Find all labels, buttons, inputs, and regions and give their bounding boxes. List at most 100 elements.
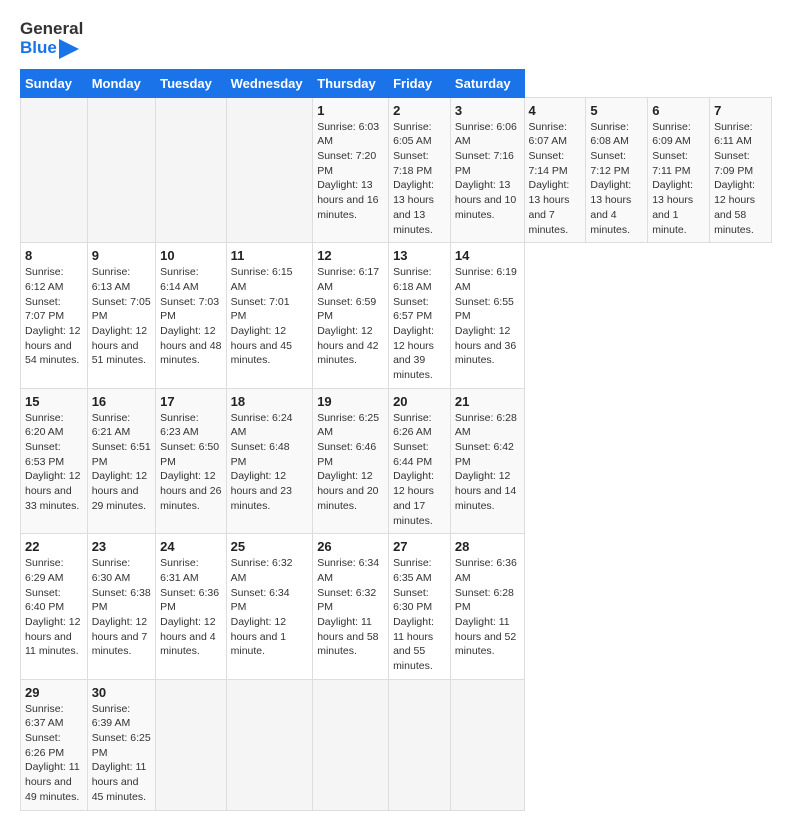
calendar-day-cell: 14 Sunrise: 6:19 AMSunset: 6:55 PMDaylig… (450, 243, 524, 389)
calendar-day-cell: 5 Sunrise: 6:08 AMSunset: 7:12 PMDayligh… (586, 97, 648, 243)
calendar-day-cell: 19 Sunrise: 6:25 AMSunset: 6:46 PMDaylig… (313, 388, 389, 534)
day-info: Sunrise: 6:26 AMSunset: 6:44 PMDaylight:… (393, 411, 446, 529)
day-number: 24 (160, 539, 222, 554)
day-number: 10 (160, 248, 222, 263)
day-number: 28 (455, 539, 520, 554)
day-number: 21 (455, 394, 520, 409)
day-number: 5 (590, 103, 643, 118)
calendar-day-cell: 17 Sunrise: 6:23 AMSunset: 6:50 PMDaylig… (156, 388, 227, 534)
calendar-day-cell: 11 Sunrise: 6:15 AMSunset: 7:01 PMDaylig… (226, 243, 313, 389)
day-info: Sunrise: 6:23 AMSunset: 6:50 PMDaylight:… (160, 411, 222, 514)
day-info: Sunrise: 6:09 AMSunset: 7:11 PMDaylight:… (652, 120, 705, 238)
day-number: 30 (92, 685, 151, 700)
calendar-week-row: 1 Sunrise: 6:03 AMSunset: 7:20 PMDayligh… (21, 97, 772, 243)
day-number: 23 (92, 539, 151, 554)
day-info: Sunrise: 6:14 AMSunset: 7:03 PMDaylight:… (160, 265, 222, 368)
calendar-day-cell: 1 Sunrise: 6:03 AMSunset: 7:20 PMDayligh… (313, 97, 389, 243)
day-number: 12 (317, 248, 384, 263)
day-info: Sunrise: 6:13 AMSunset: 7:05 PMDaylight:… (92, 265, 151, 368)
day-number: 14 (455, 248, 520, 263)
calendar-day-cell: 30 Sunrise: 6:39 AMSunset: 6:25 PMDaylig… (87, 679, 155, 810)
empty-cell (156, 97, 227, 243)
day-info: Sunrise: 6:03 AMSunset: 7:20 PMDaylight:… (317, 120, 384, 223)
day-number: 20 (393, 394, 446, 409)
day-number: 13 (393, 248, 446, 263)
calendar-week-row: 29 Sunrise: 6:37 AMSunset: 6:26 PMDaylig… (21, 679, 772, 810)
day-info: Sunrise: 6:39 AMSunset: 6:25 PMDaylight:… (92, 702, 151, 805)
empty-cell (156, 679, 227, 810)
logo-general-text: General (20, 20, 83, 39)
day-info: Sunrise: 6:24 AMSunset: 6:48 PMDaylight:… (231, 411, 309, 514)
day-number: 15 (25, 394, 83, 409)
day-info: Sunrise: 6:34 AMSunset: 6:32 PMDaylight:… (317, 556, 384, 659)
calendar-day-cell: 22 Sunrise: 6:29 AMSunset: 6:40 PMDaylig… (21, 534, 88, 680)
day-number: 11 (231, 248, 309, 263)
day-info: Sunrise: 6:36 AMSunset: 6:28 PMDaylight:… (455, 556, 520, 659)
calendar-day-cell: 20 Sunrise: 6:26 AMSunset: 6:44 PMDaylig… (389, 388, 451, 534)
calendar-day-cell: 27 Sunrise: 6:35 AMSunset: 6:30 PMDaylig… (389, 534, 451, 680)
day-of-week-header: Monday (87, 69, 155, 97)
day-info: Sunrise: 6:30 AMSunset: 6:38 PMDaylight:… (92, 556, 151, 659)
day-number: 3 (455, 103, 520, 118)
calendar-day-cell: 18 Sunrise: 6:24 AMSunset: 6:48 PMDaylig… (226, 388, 313, 534)
day-number: 9 (92, 248, 151, 263)
empty-cell (389, 679, 451, 810)
calendar-day-cell: 21 Sunrise: 6:28 AMSunset: 6:42 PMDaylig… (450, 388, 524, 534)
day-info: Sunrise: 6:19 AMSunset: 6:55 PMDaylight:… (455, 265, 520, 368)
day-number: 22 (25, 539, 83, 554)
calendar-day-cell: 12 Sunrise: 6:17 AMSunset: 6:59 PMDaylig… (313, 243, 389, 389)
day-info: Sunrise: 6:32 AMSunset: 6:34 PMDaylight:… (231, 556, 309, 659)
day-number: 4 (529, 103, 582, 118)
day-info: Sunrise: 6:21 AMSunset: 6:51 PMDaylight:… (92, 411, 151, 514)
day-info: Sunrise: 6:25 AMSunset: 6:46 PMDaylight:… (317, 411, 384, 514)
calendar-week-row: 22 Sunrise: 6:29 AMSunset: 6:40 PMDaylig… (21, 534, 772, 680)
day-info: Sunrise: 6:20 AMSunset: 6:53 PMDaylight:… (25, 411, 83, 514)
day-info: Sunrise: 6:06 AMSunset: 7:16 PMDaylight:… (455, 120, 520, 223)
day-info: Sunrise: 6:35 AMSunset: 6:30 PMDaylight:… (393, 556, 446, 674)
calendar-day-cell: 23 Sunrise: 6:30 AMSunset: 6:38 PMDaylig… (87, 534, 155, 680)
empty-cell (21, 97, 88, 243)
day-number: 6 (652, 103, 705, 118)
logo-blue-text: Blue (20, 39, 83, 59)
calendar-day-cell: 3 Sunrise: 6:06 AMSunset: 7:16 PMDayligh… (450, 97, 524, 243)
calendar-day-cell: 16 Sunrise: 6:21 AMSunset: 6:51 PMDaylig… (87, 388, 155, 534)
day-info: Sunrise: 6:12 AMSunset: 7:07 PMDaylight:… (25, 265, 83, 368)
day-number: 17 (160, 394, 222, 409)
day-info: Sunrise: 6:28 AMSunset: 6:42 PMDaylight:… (455, 411, 520, 514)
day-of-week-header: Wednesday (226, 69, 313, 97)
calendar-day-cell: 7 Sunrise: 6:11 AMSunset: 7:09 PMDayligh… (710, 97, 772, 243)
day-info: Sunrise: 6:18 AMSunset: 6:57 PMDaylight:… (393, 265, 446, 383)
day-number: 1 (317, 103, 384, 118)
day-info: Sunrise: 6:29 AMSunset: 6:40 PMDaylight:… (25, 556, 83, 659)
day-info: Sunrise: 6:11 AMSunset: 7:09 PMDaylight:… (714, 120, 767, 238)
day-info: Sunrise: 6:07 AMSunset: 7:14 PMDaylight:… (529, 120, 582, 238)
day-info: Sunrise: 6:17 AMSunset: 6:59 PMDaylight:… (317, 265, 384, 368)
calendar-day-cell: 25 Sunrise: 6:32 AMSunset: 6:34 PMDaylig… (226, 534, 313, 680)
day-number: 18 (231, 394, 309, 409)
calendar-day-cell: 13 Sunrise: 6:18 AMSunset: 6:57 PMDaylig… (389, 243, 451, 389)
day-of-week-header: Friday (389, 69, 451, 97)
day-number: 26 (317, 539, 384, 554)
calendar-day-cell: 24 Sunrise: 6:31 AMSunset: 6:36 PMDaylig… (156, 534, 227, 680)
empty-cell (87, 97, 155, 243)
day-number: 19 (317, 394, 384, 409)
empty-cell (313, 679, 389, 810)
calendar-day-cell: 29 Sunrise: 6:37 AMSunset: 6:26 PMDaylig… (21, 679, 88, 810)
calendar-week-row: 8 Sunrise: 6:12 AMSunset: 7:07 PMDayligh… (21, 243, 772, 389)
day-info: Sunrise: 6:05 AMSunset: 7:18 PMDaylight:… (393, 120, 446, 238)
day-of-week-header: Saturday (450, 69, 524, 97)
calendar-day-cell: 8 Sunrise: 6:12 AMSunset: 7:07 PMDayligh… (21, 243, 88, 389)
calendar-day-cell: 10 Sunrise: 6:14 AMSunset: 7:03 PMDaylig… (156, 243, 227, 389)
day-number: 27 (393, 539, 446, 554)
day-info: Sunrise: 6:08 AMSunset: 7:12 PMDaylight:… (590, 120, 643, 238)
day-number: 25 (231, 539, 309, 554)
calendar-week-row: 15 Sunrise: 6:20 AMSunset: 6:53 PMDaylig… (21, 388, 772, 534)
calendar-day-cell: 15 Sunrise: 6:20 AMSunset: 6:53 PMDaylig… (21, 388, 88, 534)
calendar-day-cell: 2 Sunrise: 6:05 AMSunset: 7:18 PMDayligh… (389, 97, 451, 243)
calendar-day-cell: 28 Sunrise: 6:36 AMSunset: 6:28 PMDaylig… (450, 534, 524, 680)
empty-cell (226, 97, 313, 243)
calendar-day-cell: 26 Sunrise: 6:34 AMSunset: 6:32 PMDaylig… (313, 534, 389, 680)
day-info: Sunrise: 6:37 AMSunset: 6:26 PMDaylight:… (25, 702, 83, 805)
calendar-day-cell: 6 Sunrise: 6:09 AMSunset: 7:11 PMDayligh… (648, 97, 710, 243)
day-number: 29 (25, 685, 83, 700)
